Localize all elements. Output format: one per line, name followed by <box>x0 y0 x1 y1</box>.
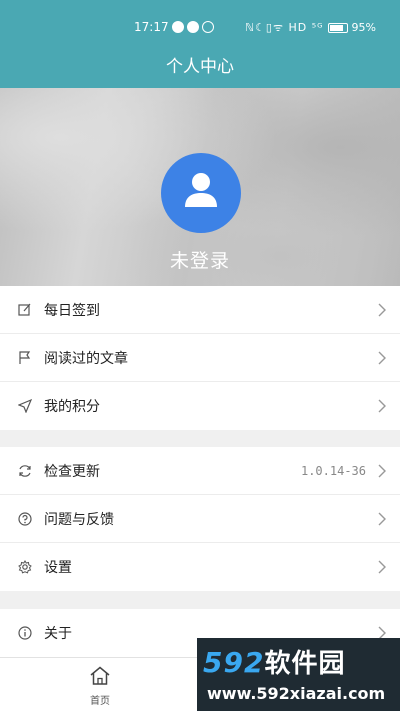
chevron-right-icon <box>378 512 386 526</box>
watermark-digits: 592 <box>203 646 265 679</box>
menu-item-feedback[interactable]: 问题与反馈 <box>0 495 400 543</box>
menu-item-settings[interactable]: 设置 <box>0 543 400 591</box>
battery-icon <box>327 22 348 33</box>
notification-icons <box>172 21 214 33</box>
menu-item-label: 我的积分 <box>44 399 100 415</box>
version-number: 1.0.14-36 <box>300 463 366 478</box>
chevron-right-icon <box>378 464 386 478</box>
app-header: 17:17 ℕ☾▯ᯤ HD ⁵ᴳ 95% 个人中心 <box>0 0 400 88</box>
menu-item-label: 设置 <box>44 560 72 576</box>
notification-app-icon <box>202 21 214 33</box>
watermark-text: 软件园 <box>264 649 346 679</box>
menu-item-label: 每日签到 <box>44 302 100 319</box>
chevron-right-icon <box>378 399 386 413</box>
notification-app-icon <box>172 21 184 33</box>
menu-item-my-points[interactable]: 我的积分 <box>0 382 400 430</box>
page-title: 个人中心 <box>166 57 234 77</box>
refresh-icon <box>18 464 32 478</box>
menu-item-label: 关于 <box>44 626 72 642</box>
watermark-url: www.592xiazai.com <box>207 684 386 703</box>
info-icon <box>18 626 32 640</box>
menu-item-read-articles[interactable]: 阅读过的文章 <box>0 334 400 382</box>
chevron-right-icon <box>378 560 386 574</box>
menu-group-app: 检查更新 1.0.14-36 问题与反馈 设置 <box>0 447 400 591</box>
watermark-logo: 592软件园 www.592xiazai.com <box>197 638 400 711</box>
nav-tab-label: 首页 <box>90 696 110 707</box>
edit-icon <box>18 303 32 317</box>
avatar[interactable] <box>161 153 241 233</box>
menu-item-daily-checkin[interactable]: 每日签到 <box>0 286 400 334</box>
watermark-title: 592软件园 <box>203 643 345 680</box>
status-time: 17:17 <box>134 20 169 34</box>
user-icon <box>185 173 217 207</box>
chevron-right-icon <box>378 303 386 317</box>
menu-group-account: 每日签到 阅读过的文章 我的积分 <box>0 286 400 430</box>
system-status-icons: ℕ☾▯ᯤ HD ⁵ᴳ <box>245 21 324 34</box>
status-right: ℕ☾▯ᯤ HD ⁵ᴳ 95% <box>245 20 376 35</box>
menu-item-label: 阅读过的文章 <box>44 350 128 367</box>
send-icon <box>18 399 32 413</box>
login-status[interactable]: 未登录 <box>0 246 400 273</box>
status-bar: 17:17 ℕ☾▯ᯤ HD ⁵ᴳ 95% <box>0 16 400 40</box>
gear-icon <box>18 560 32 574</box>
chevron-right-icon <box>378 351 386 365</box>
home-icon <box>90 666 110 685</box>
menu-item-check-update[interactable]: 检查更新 1.0.14-36 <box>0 447 400 495</box>
menu-item-label: 检查更新 <box>44 463 100 480</box>
nav-tab-home[interactable]: 首页 <box>80 666 120 707</box>
notification-app-icon <box>187 21 199 33</box>
menu-item-label: 问题与反馈 <box>44 511 114 528</box>
profile-banner: 未登录 <box>0 88 400 286</box>
battery-percent: 95% <box>351 21 376 34</box>
question-icon <box>18 511 32 526</box>
flag-icon <box>18 350 32 365</box>
